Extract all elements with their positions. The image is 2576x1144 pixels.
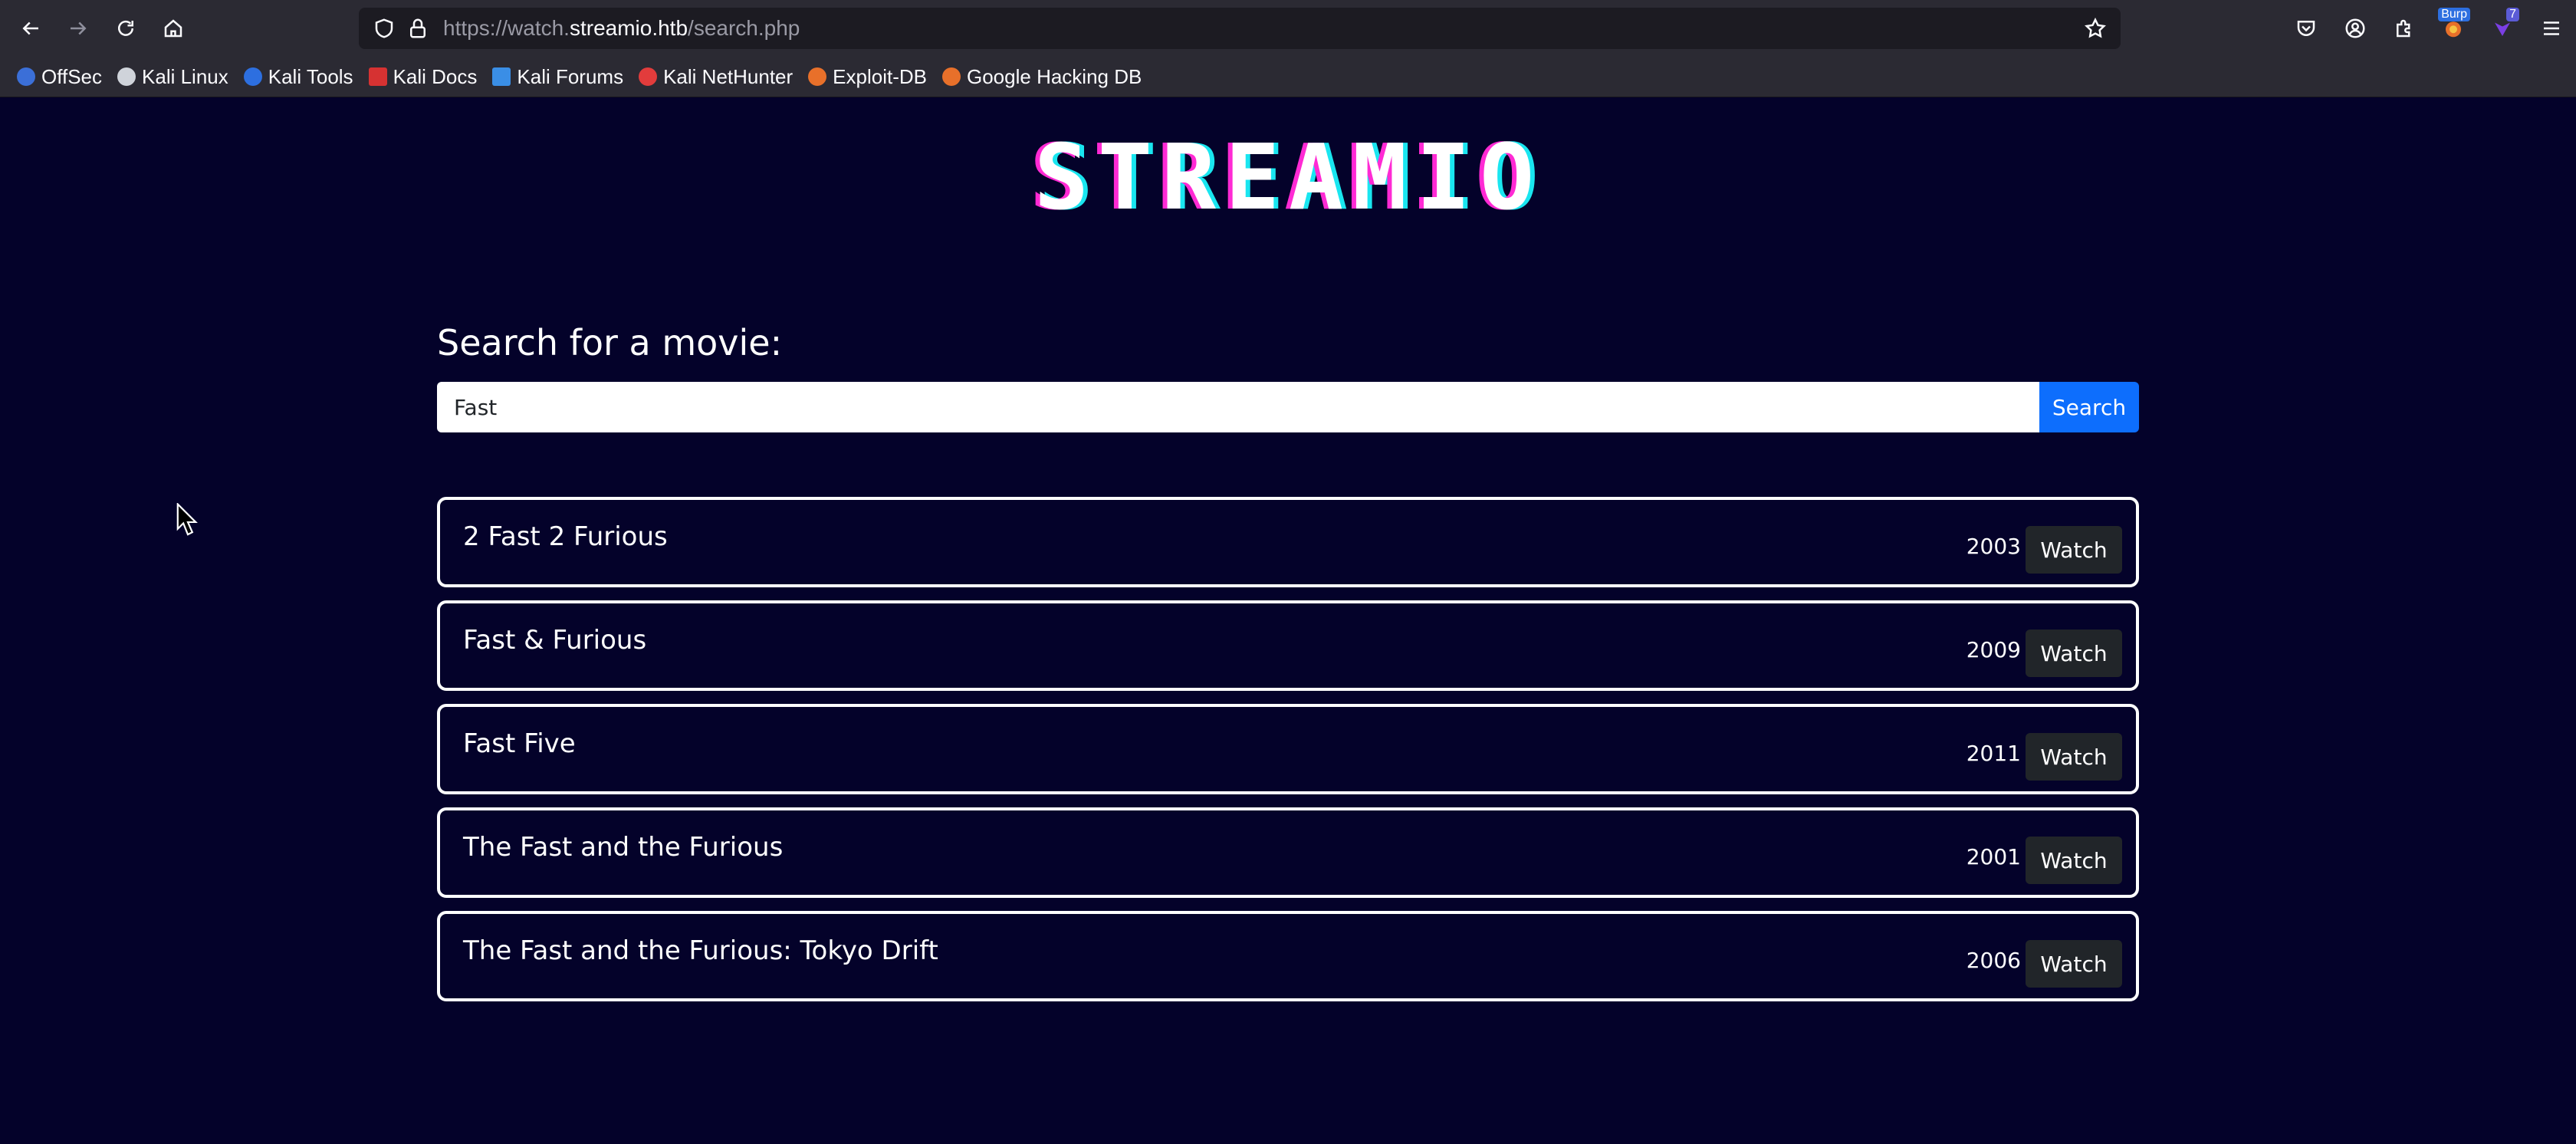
result-card: Fast Five 2011 Watch bbox=[437, 704, 2139, 794]
watch-button[interactable]: Watch bbox=[2026, 630, 2122, 677]
arrow-right-icon bbox=[71, 21, 87, 35]
bookmark-offsec[interactable]: OffSec bbox=[17, 65, 102, 89]
movie-year: 2011 bbox=[1966, 741, 2021, 766]
result-card: The Fast and the Furious 2001 Watch bbox=[437, 807, 2139, 898]
url-text[interactable]: https://watch.streamio.htb/search.php bbox=[443, 16, 800, 41]
bookmark-label: Kali Forums bbox=[517, 64, 624, 88]
ghdb-icon bbox=[942, 67, 961, 86]
puzzle-icon bbox=[2397, 19, 2410, 38]
bookmark-kali-nethunter[interactable]: Kali NetHunter bbox=[639, 65, 793, 89]
movie-year: 2006 bbox=[1966, 948, 2021, 973]
bookmark-label: Exploit-DB bbox=[833, 64, 927, 88]
back-button[interactable] bbox=[14, 12, 48, 45]
bookmark-kali-docs[interactable]: Kali Docs bbox=[368, 64, 478, 89]
bookmark-label: Kali NetHunter bbox=[663, 64, 794, 88]
result-card: 2 Fast 2 Furious 2003 Watch bbox=[437, 497, 2139, 587]
burp-badge: Burp bbox=[2438, 8, 2470, 21]
result-card: The Fast and the Furious: Tokyo Drift 20… bbox=[437, 911, 2139, 1001]
arrow-left-icon bbox=[22, 21, 38, 35]
url-path: /search.php bbox=[688, 16, 800, 40]
extensions-button[interactable] bbox=[2380, 0, 2429, 57]
url-scheme: https://watch. bbox=[443, 16, 570, 40]
movie-year: 2009 bbox=[1966, 637, 2021, 662]
search-form: Search bbox=[437, 382, 2139, 432]
bookmark-label: Kali Tools bbox=[268, 64, 353, 88]
pocket-icon bbox=[2297, 21, 2315, 36]
offsec-icon bbox=[17, 67, 35, 86]
bookmark-kali-forums[interactable]: Kali Forums bbox=[492, 65, 623, 89]
account-button[interactable] bbox=[2331, 0, 2380, 57]
foxyproxy-extension-button[interactable]: 7 bbox=[2478, 0, 2527, 57]
result-card: Fast & Furious 2009 Watch bbox=[437, 600, 2139, 691]
watch-button[interactable]: Watch bbox=[2026, 837, 2122, 884]
search-heading: Search for a movie: bbox=[437, 322, 783, 363]
bookmark-kali-linux[interactable]: Kali Linux bbox=[117, 65, 228, 89]
menu-button[interactable] bbox=[2527, 0, 2576, 57]
bookmark-label: Kali Linux bbox=[142, 64, 228, 88]
burp-extension-button[interactable]: Burp bbox=[2429, 0, 2478, 57]
lock-icon[interactable] bbox=[406, 17, 429, 40]
kali-dragon-icon bbox=[117, 67, 136, 86]
pocket-button[interactable] bbox=[2282, 0, 2331, 57]
bookmark-label: Kali Docs bbox=[393, 64, 478, 88]
movie-title: Fast & Furious bbox=[463, 625, 647, 656]
toolbar-right-icons: Burp 7 bbox=[2282, 0, 2576, 57]
kali-tools-icon bbox=[243, 67, 262, 86]
movie-title: The Fast and the Furious bbox=[463, 832, 784, 863]
movie-year: 2003 bbox=[1966, 534, 2021, 559]
shield-icon[interactable] bbox=[373, 17, 396, 40]
watch-button[interactable]: Watch bbox=[2026, 940, 2122, 988]
search-input[interactable] bbox=[437, 382, 2039, 432]
watch-button[interactable]: Watch bbox=[2026, 733, 2122, 781]
home-icon bbox=[164, 19, 182, 38]
bookmark-label: Google Hacking DB bbox=[967, 64, 1142, 88]
extension-count-badge: 7 bbox=[2506, 8, 2519, 21]
kali-docs-icon bbox=[368, 67, 387, 86]
results-list: 2 Fast 2 Furious 2003 Watch Fast & Furio… bbox=[437, 497, 2139, 1014]
account-icon bbox=[2345, 18, 2365, 38]
bookmarks-bar: OffSec Kali Linux Kali Tools Kali Docs K… bbox=[0, 57, 2576, 97]
exploit-db-icon bbox=[808, 67, 827, 86]
bookmark-star-icon[interactable] bbox=[2084, 17, 2107, 43]
forward-button[interactable] bbox=[61, 12, 95, 45]
url-host: streamio.htb bbox=[569, 16, 688, 40]
bookmark-kali-tools[interactable]: Kali Tools bbox=[243, 64, 353, 89]
bookmark-google-hacking-db[interactable]: Google Hacking DB bbox=[942, 65, 1142, 89]
bookmark-exploit-db[interactable]: Exploit-DB bbox=[808, 65, 927, 89]
movie-title: The Fast and the Furious: Tokyo Drift bbox=[463, 935, 938, 966]
reload-icon bbox=[118, 20, 133, 36]
hamburger-menu-icon bbox=[2544, 21, 2559, 35]
watch-button[interactable]: Watch bbox=[2026, 526, 2122, 574]
address-bar[interactable]: https://watch.streamio.htb/search.php bbox=[359, 8, 2121, 49]
movie-title: 2 Fast 2 Furious bbox=[463, 521, 668, 552]
nethunter-icon bbox=[639, 67, 658, 86]
reload-button[interactable] bbox=[109, 12, 143, 45]
movie-title: Fast Five bbox=[463, 728, 576, 759]
search-button[interactable]: Search bbox=[2039, 382, 2139, 432]
kali-forums-icon bbox=[492, 67, 511, 86]
home-button[interactable] bbox=[156, 12, 190, 45]
site-logo: STREAMIO bbox=[1033, 124, 1544, 230]
mouse-pointer-icon bbox=[176, 503, 198, 536]
browser-toolbar: https://watch.streamio.htb/search.php Bu… bbox=[0, 0, 2576, 57]
bookmark-label: OffSec bbox=[41, 64, 103, 88]
movie-year: 2001 bbox=[1966, 844, 2021, 870]
